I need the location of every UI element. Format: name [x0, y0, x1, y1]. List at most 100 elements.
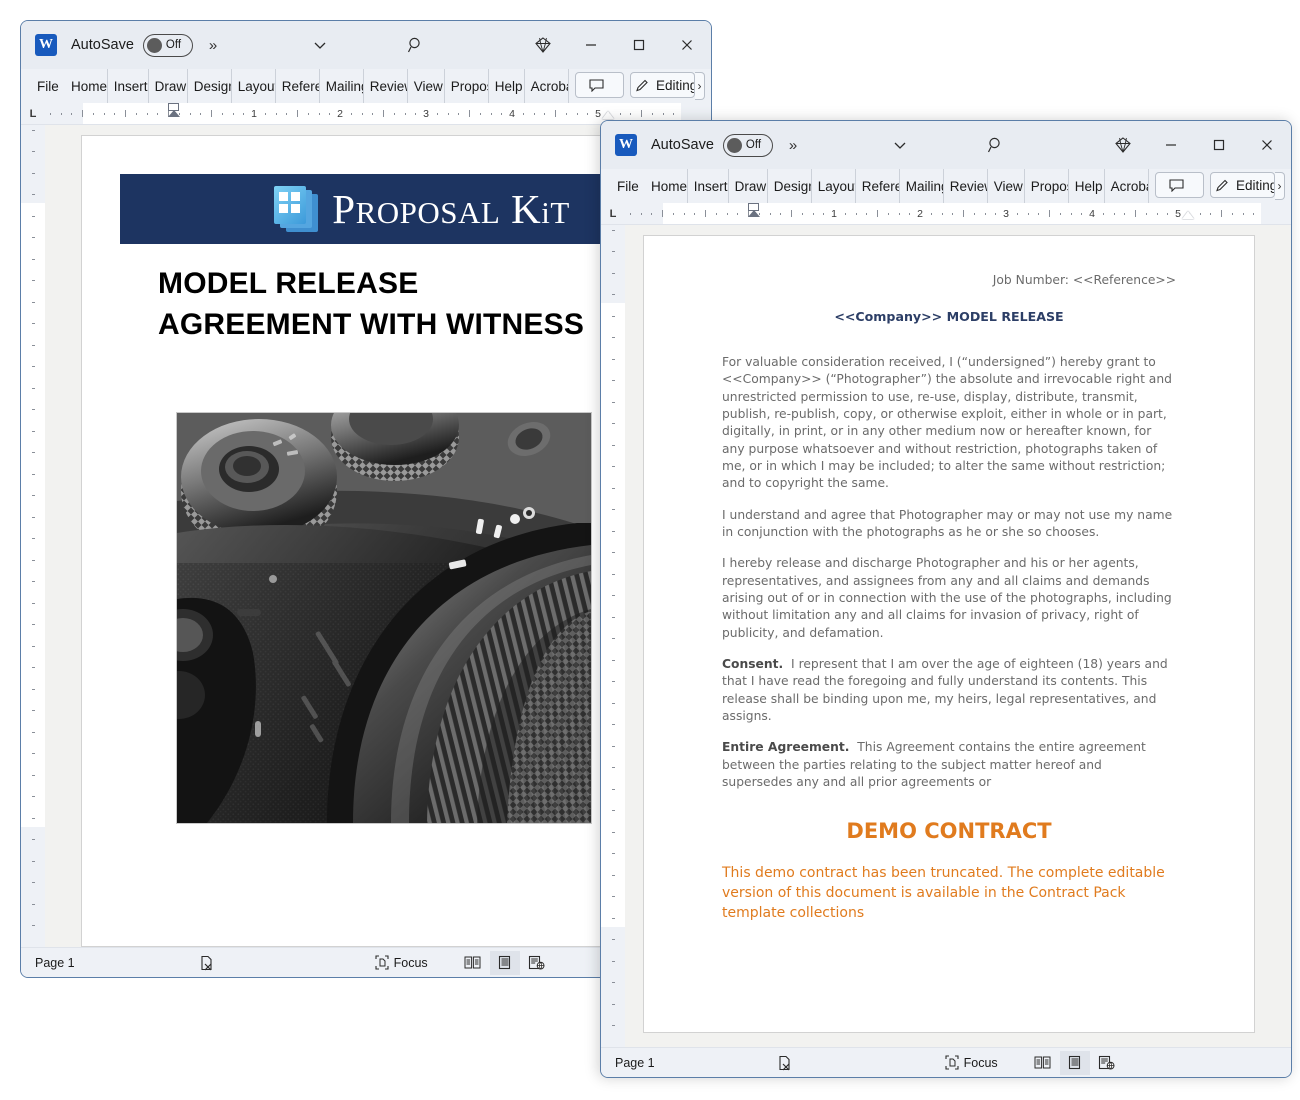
document-text-body[interactable]: Job Number: <<Reference>> <<Company>> MO…: [722, 272, 1176, 923]
ruler-number: 4: [1089, 207, 1095, 220]
ruler-tick: [930, 212, 932, 215]
tab-mailings[interactable]: Mailings: [900, 169, 944, 203]
ruler-tick: [1038, 212, 1040, 215]
camera-photograph[interactable]: [176, 412, 592, 824]
tab-file[interactable]: File: [609, 169, 645, 203]
right-indent-marker[interactable]: [602, 111, 614, 119]
tab-layout[interactable]: Layout: [232, 69, 276, 103]
tab-references[interactable]: References: [276, 69, 320, 103]
document-page-1[interactable]: PROPOSAL KiT MODEL RELEASE AGREEMENT WIT…: [81, 135, 675, 947]
ribbon-more-chevron-icon[interactable]: ›: [694, 72, 705, 100]
minimize-icon[interactable]: [567, 25, 615, 65]
tab-acrobat[interactable]: Acrobat: [1105, 169, 1149, 203]
search-icon[interactable]: [399, 31, 433, 59]
diamond-icon[interactable]: [1099, 125, 1147, 165]
page-indicator[interactable]: Page 1: [615, 1056, 655, 1070]
ruler-tick: [611, 337, 615, 339]
consent-text: I represent that I am over the age of ei…: [722, 657, 1168, 723]
tab-review[interactable]: Review: [944, 169, 988, 203]
tab-stop-selector[interactable]: L: [21, 103, 45, 124]
ruler-tick: [737, 212, 739, 215]
ruler-tick: [533, 112, 535, 115]
editing-button[interactable]: Editing: [630, 72, 695, 98]
autosave-toggle[interactable]: Off: [722, 133, 773, 157]
vertical-ruler[interactable]: [601, 225, 625, 1047]
tab-home[interactable]: Home: [65, 69, 108, 103]
tab-design[interactable]: Design: [188, 69, 232, 103]
document-page-1[interactable]: Job Number: <<Reference>> <<Company>> MO…: [643, 235, 1255, 1033]
tab-draw[interactable]: Draw: [149, 69, 188, 103]
tab-mailings[interactable]: Mailings: [320, 69, 364, 103]
word-window-2[interactable]: W AutoSave Off » File Home Insert Draw D…: [600, 120, 1292, 1078]
page-indicator[interactable]: Page 1: [35, 956, 75, 970]
document-canvas[interactable]: Job Number: <<Reference>> <<Company>> MO…: [625, 225, 1291, 1047]
ruler-tick: [31, 688, 35, 690]
ruler-tick: [611, 767, 615, 769]
ruler-tick: [31, 215, 35, 217]
tab-insert[interactable]: Insert: [108, 69, 149, 103]
double-chevron-icon[interactable]: »: [209, 37, 217, 54]
autosave-toggle[interactable]: Off: [142, 33, 193, 57]
ruler-tick: [1242, 212, 1244, 215]
ruler-tick: [651, 112, 653, 115]
tab-view[interactable]: View: [988, 169, 1025, 203]
right-indent-marker[interactable]: [1182, 211, 1194, 219]
ruler-tick: [1221, 210, 1222, 217]
hanging-indent-marker[interactable]: [748, 210, 760, 217]
print-layout-icon[interactable]: [1059, 1050, 1090, 1075]
proofing-errors-icon[interactable]: [771, 1051, 799, 1075]
minimize-icon[interactable]: [1147, 125, 1195, 165]
tab-proposal[interactable]: Proposal: [445, 69, 489, 103]
tab-proposal[interactable]: Proposal: [1025, 169, 1069, 203]
tab-view[interactable]: View: [408, 69, 445, 103]
ruler-tick: [31, 796, 35, 798]
search-icon[interactable]: [979, 131, 1013, 159]
ribbon-more-chevron-icon[interactable]: ›: [1274, 172, 1285, 200]
ruler-tick: [1027, 212, 1029, 215]
view-buttons: [458, 950, 552, 975]
ruler-tick: [887, 212, 889, 215]
tab-acrobat[interactable]: Acrobat: [525, 69, 569, 103]
ruler-tick: [823, 212, 825, 215]
tab-help[interactable]: Help: [1069, 169, 1105, 203]
editing-button[interactable]: Editing: [1210, 172, 1275, 198]
ruler-tick: [31, 559, 35, 561]
ruler-tick: [135, 112, 137, 115]
maximize-icon[interactable]: [615, 25, 663, 65]
read-mode-icon[interactable]: [458, 951, 488, 975]
comments-button[interactable]: [1154, 172, 1205, 198]
tab-layout[interactable]: Layout: [812, 169, 856, 203]
focus-button[interactable]: Focus: [369, 951, 434, 975]
vertical-ruler[interactable]: [21, 125, 45, 947]
tab-file[interactable]: File: [29, 69, 65, 103]
double-chevron-icon[interactable]: »: [789, 137, 797, 154]
ruler-tick: [31, 172, 35, 174]
read-mode-icon[interactable]: [1028, 1051, 1058, 1075]
tab-review[interactable]: Review: [364, 69, 408, 103]
ruler-tick: [651, 212, 653, 215]
tab-stop-selector[interactable]: L: [601, 203, 625, 224]
ruler-tick: [611, 1003, 615, 1005]
close-icon[interactable]: [663, 25, 711, 65]
web-layout-icon[interactable]: [1092, 1051, 1122, 1075]
close-icon[interactable]: [1243, 125, 1291, 165]
autosave-label: AutoSave: [651, 137, 714, 153]
tab-home[interactable]: Home: [645, 169, 688, 203]
tab-insert[interactable]: Insert: [688, 169, 729, 203]
tab-design[interactable]: Design: [768, 169, 812, 203]
focus-button[interactable]: Focus: [939, 1051, 1004, 1075]
maximize-icon[interactable]: [1195, 125, 1243, 165]
tab-draw[interactable]: Draw: [729, 169, 768, 203]
hanging-indent-marker[interactable]: [168, 110, 180, 117]
web-layout-icon[interactable]: [522, 951, 552, 975]
print-layout-icon[interactable]: [489, 950, 520, 975]
tab-references[interactable]: References: [856, 169, 900, 203]
horizontal-ruler[interactable]: L 1 2 3 4 5: [601, 203, 1291, 233]
diamond-icon[interactable]: [519, 25, 567, 65]
proofing-errors-icon[interactable]: [193, 951, 221, 975]
chevron-down-icon[interactable]: [303, 31, 337, 59]
ruler-tick: [705, 210, 706, 217]
chevron-down-icon[interactable]: [883, 131, 917, 159]
tab-help[interactable]: Help: [489, 69, 525, 103]
comments-button[interactable]: [574, 72, 625, 98]
